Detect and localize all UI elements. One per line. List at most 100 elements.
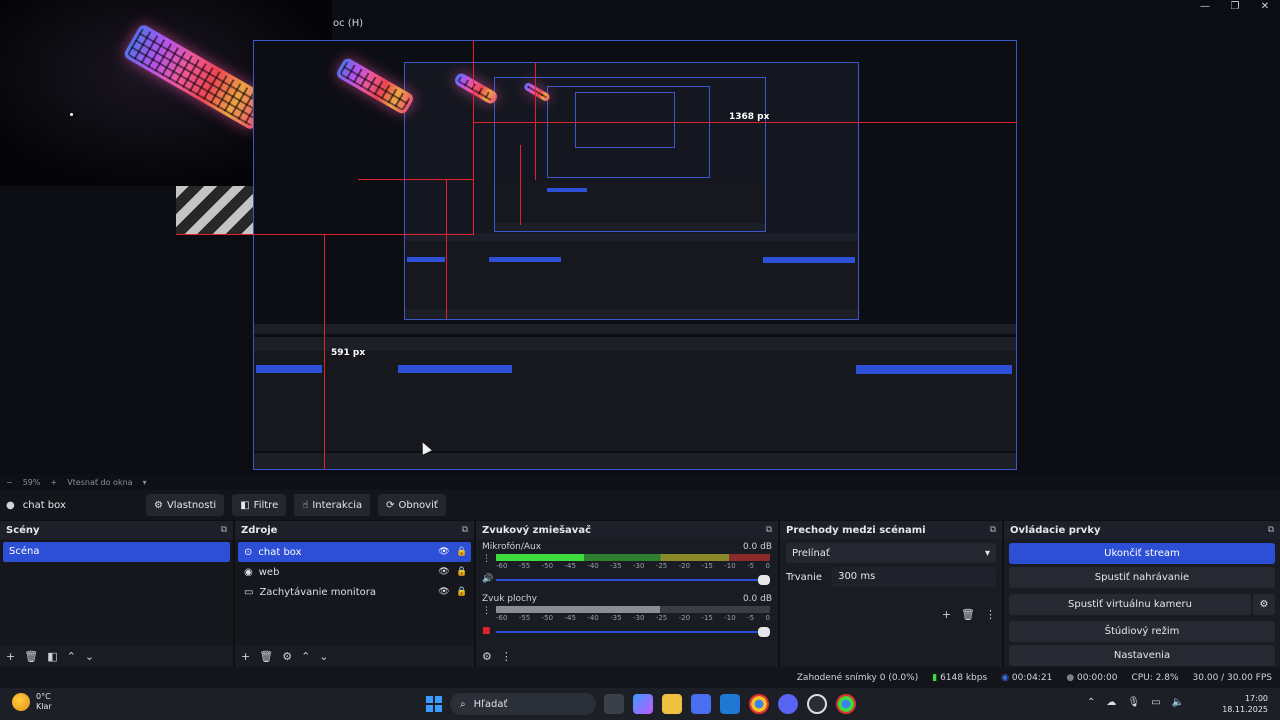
- settings-button[interactable]: Nastavenia: [1009, 645, 1275, 666]
- arrow-up-icon[interactable]: ⌃: [67, 650, 76, 663]
- refresh-button[interactable]: ⟳ Obnoviť: [378, 494, 446, 516]
- volume-icon[interactable]: 🔈: [1172, 697, 1184, 708]
- undock-icon[interactable]: ⧉: [462, 525, 468, 535]
- meter-tick-label: -15: [701, 562, 713, 570]
- dropped-frames: Zahodené snímky 0 (0.0%): [796, 672, 919, 683]
- undock-icon[interactable]: ⧉: [766, 525, 772, 535]
- zoom-mode[interactable]: Vtesnať do okna: [67, 478, 132, 487]
- zoom-plus[interactable]: +: [50, 478, 57, 487]
- preview-canvas[interactable]: 1368 px 591 px oc (H) — ❐ ✕: [0, 0, 1280, 474]
- volume-knob[interactable]: [758, 575, 770, 585]
- chrome-icon[interactable]: [749, 694, 769, 714]
- weather-widget[interactable]: 0°C Klar: [12, 692, 52, 712]
- zoom-minus[interactable]: −: [6, 478, 13, 487]
- taskbar-clock[interactable]: 17:00 18.11.2025: [1222, 693, 1268, 715]
- mixer-channel-mic: Mikrofón/Aux 0.0 dB ⋮ -60 -55 -50 -45 -40 -35…: [476, 540, 778, 592]
- windows-start-icon[interactable]: [426, 696, 442, 712]
- trash-icon[interactable]: 🗑: [259, 650, 273, 663]
- windows-taskbar: 0°C Klar ⌕ Hľadať ⌃ ☁ 🎙 ▭ 🔈 17:00 18.11.…: [0, 688, 1280, 720]
- duration-spinbox[interactable]: 300 ms: [832, 567, 996, 587]
- add-icon[interactable]: +: [6, 650, 15, 663]
- meter-tick-label: 0: [765, 614, 770, 622]
- trash-icon[interactable]: 🗑: [24, 650, 38, 663]
- task-view-icon[interactable]: [604, 694, 624, 714]
- taskbar-search[interactable]: ⌕ Hľadať: [450, 693, 596, 715]
- meter-tick-label: -30: [632, 562, 645, 570]
- volume-slider[interactable]: [496, 575, 770, 585]
- kebab-menu-icon[interactable]: ⋮: [482, 554, 491, 564]
- muted-speaker-icon[interactable]: ■: [482, 626, 491, 636]
- stop-stream-button[interactable]: Ukončiť stream: [1009, 543, 1275, 564]
- chevron-up-icon[interactable]: ⌃: [1087, 697, 1095, 708]
- gear-icon[interactable]: ⚙: [482, 650, 492, 663]
- trash-icon[interactable]: 🗑: [961, 608, 975, 621]
- gear-icon: ⚙: [1259, 599, 1269, 610]
- add-icon[interactable]: +: [942, 608, 951, 621]
- maximize-button[interactable]: ❐: [1220, 0, 1250, 14]
- meter-tick-label: -35: [610, 562, 622, 570]
- window-title-fragment: oc (H): [333, 18, 364, 29]
- interact-button[interactable]: ☝ Interakcia: [294, 494, 371, 516]
- arrow-down-icon[interactable]: ⌄: [319, 650, 328, 663]
- network-icon[interactable]: ▭: [1151, 697, 1160, 708]
- source-row[interactable]: ◉ web 👁 🔒: [238, 562, 471, 582]
- undock-icon[interactable]: ⧉: [221, 525, 227, 535]
- eye-icon[interactable]: 👁: [435, 587, 453, 597]
- volume-knob[interactable]: [758, 627, 770, 637]
- stream-time: 00:04:21: [1011, 672, 1053, 683]
- discord-icon[interactable]: [778, 694, 798, 714]
- level-meter: [496, 554, 770, 561]
- filter-icon[interactable]: ◧: [47, 650, 57, 663]
- start-recording-button[interactable]: Spustiť nahrávanie: [1009, 567, 1275, 588]
- chevron-down-icon[interactable]: ▾: [143, 478, 147, 487]
- arrow-down-icon[interactable]: ⌄: [85, 650, 94, 663]
- close-button[interactable]: ✕: [1250, 0, 1280, 14]
- virtual-camera-settings-button[interactable]: ⚙: [1253, 594, 1275, 615]
- add-icon[interactable]: +: [241, 650, 250, 663]
- properties-button[interactable]: ⚙ Vlastnosti: [146, 494, 225, 516]
- store-icon[interactable]: [691, 694, 711, 714]
- signal-icon: ▮: [932, 672, 938, 683]
- measure-label-small: 591 px: [331, 348, 366, 358]
- channel-name: Mikrofón/Aux: [482, 542, 542, 552]
- lock-icon[interactable]: 🔒: [453, 547, 471, 557]
- eye-icon[interactable]: 👁: [435, 547, 453, 557]
- undock-icon[interactable]: ⧉: [1268, 525, 1274, 535]
- transition-select[interactable]: Prelínať ▾: [786, 543, 996, 563]
- eye-icon[interactable]: 👁: [435, 567, 453, 577]
- file-explorer-icon[interactable]: [662, 694, 682, 714]
- preview-zoom-bar: − 59% + Vtesnať do okna ▾: [0, 474, 1280, 490]
- undock-icon[interactable]: ⧉: [990, 525, 996, 535]
- search-placeholder: Hľadať: [473, 698, 508, 710]
- meter-tick-label: -30: [632, 614, 645, 622]
- chrome-alt-icon[interactable]: [836, 694, 856, 714]
- record-icon: ●: [1066, 672, 1075, 683]
- source-row[interactable]: ▭ Zachytávanie monitora 👁 🔒: [238, 582, 471, 602]
- speaker-icon[interactable]: 🔊: [482, 574, 493, 584]
- scene-item[interactable]: Scéna: [3, 542, 230, 562]
- lock-icon[interactable]: 🔒: [453, 587, 471, 597]
- source-row[interactable]: ⊙ chat box 👁 🔒: [238, 542, 471, 562]
- kebab-menu-icon[interactable]: ⋮: [501, 650, 512, 663]
- gear-icon[interactable]: ⚙: [282, 650, 292, 663]
- arrow-up-icon[interactable]: ⌃: [301, 650, 310, 663]
- scenes-title: Scény: [6, 524, 40, 536]
- meter-tick-label: -25: [655, 614, 668, 622]
- microphone-icon[interactable]: 🎙: [1127, 697, 1140, 708]
- outlook-icon[interactable]: [720, 694, 740, 714]
- channel-db: 0.0 dB: [742, 594, 772, 604]
- obs-icon[interactable]: [807, 694, 827, 714]
- kebab-menu-icon[interactable]: ⋮: [985, 608, 996, 621]
- copilot-icon[interactable]: [633, 694, 653, 714]
- filters-button[interactable]: ◧ Filtre: [232, 494, 287, 516]
- meter-tick-label: -5: [747, 562, 755, 570]
- lock-icon[interactable]: 🔒: [453, 567, 471, 577]
- nested-obs-window-5: [575, 92, 675, 148]
- meter-tick-label: -10: [724, 562, 736, 570]
- volume-slider[interactable]: [496, 627, 770, 637]
- tray-app-icon[interactable]: ☁: [1106, 697, 1116, 708]
- start-virtual-camera-button[interactable]: Spustiť virtuálnu kameru: [1009, 594, 1251, 615]
- minimize-button[interactable]: —: [1190, 0, 1220, 14]
- studio-mode-button[interactable]: Štúdiový režim: [1009, 621, 1275, 642]
- kebab-menu-icon[interactable]: ⋮: [482, 606, 491, 616]
